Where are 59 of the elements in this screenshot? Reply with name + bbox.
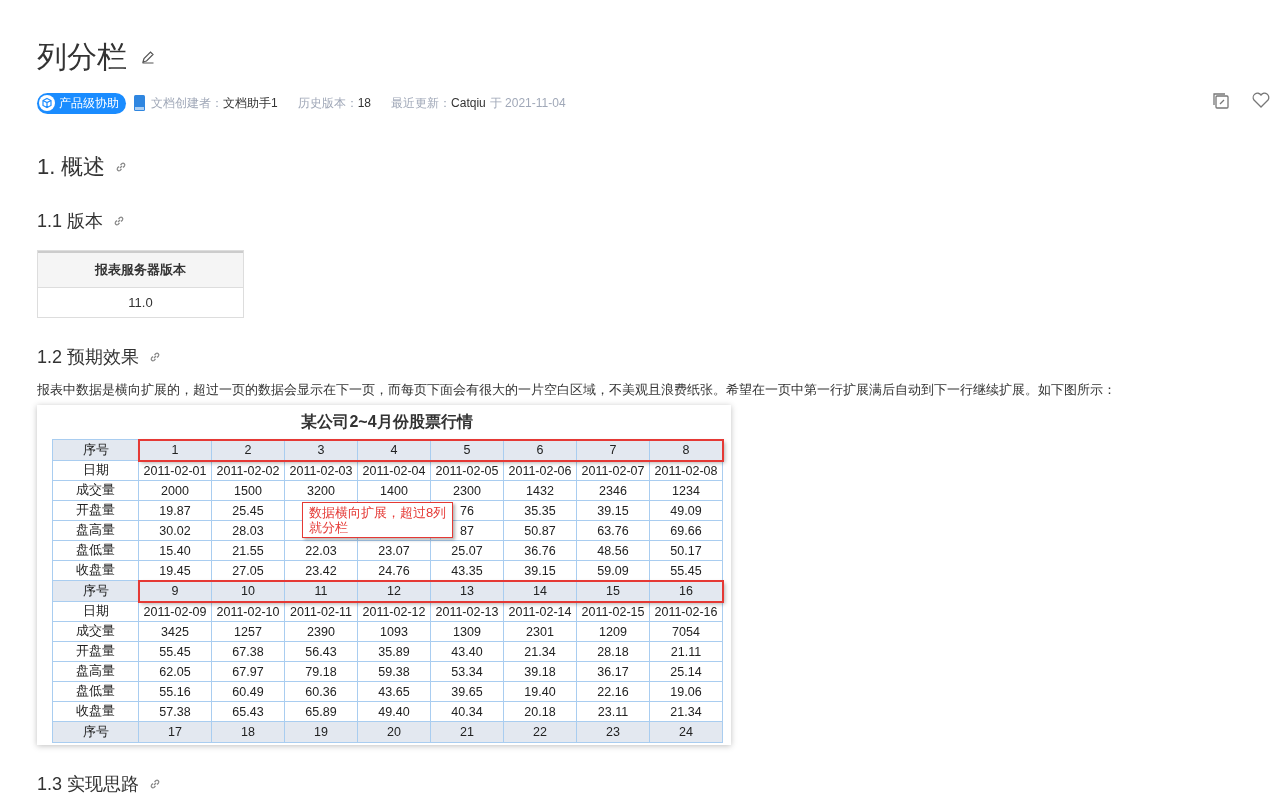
table-cell: 8 (650, 440, 723, 461)
description-paragraph: 报表中数据是横向扩展的，超过一页的数据会显示在下一页，而每页下面会有很大的一片空白区域，不美观且浪费纸张。希望在一页中第一行扩展满后自动到下一行继续扩展。如下图所示： (37, 382, 1117, 399)
table-cell: 21 (431, 722, 504, 743)
section-heading: 1. 概述 (37, 153, 106, 181)
edit-icon[interactable] (141, 50, 155, 64)
creator-name: 文档助手1 (223, 94, 278, 112)
heart-icon[interactable] (1252, 92, 1270, 108)
row-label: 序号 (53, 722, 139, 743)
updated-by: Catqiu (451, 96, 486, 110)
table-cell: 15 (577, 581, 650, 602)
table-cell: 23.42 (285, 561, 358, 581)
table-cell: 13 (431, 581, 504, 602)
table-cell: 20 (358, 722, 431, 743)
copy-link-icon[interactable] (1212, 92, 1230, 110)
table-cell: 23 (577, 722, 650, 743)
table-cell: 16 (650, 581, 723, 602)
table-cell: 5 (431, 440, 504, 461)
table-cell-text: 11.0 (127, 294, 154, 312)
link-icon[interactable] (113, 215, 126, 227)
table-header: 报表服务器版本 (38, 251, 243, 288)
history-label: 历史版本： (297, 94, 358, 112)
updated-date: 于 2021-11-04 (489, 94, 566, 112)
link-icon[interactable] (115, 161, 128, 173)
table-cell: 24.76 (358, 561, 431, 581)
creator-label: 文档创建者： (151, 94, 223, 112)
table-cell: 39.15 (504, 561, 577, 581)
link-icon[interactable] (149, 778, 162, 790)
document-icon (134, 95, 145, 111)
table-cell: 18 (212, 722, 285, 743)
section-heading: 1.2 预期效果 (37, 346, 140, 369)
table-cell: 2 (212, 440, 285, 461)
section-heading: 1.3 实现思路 (37, 773, 140, 794)
table-cell: 55.45 (650, 561, 723, 581)
updated-label: 最近更新： (391, 94, 452, 112)
table-cell: 27.05 (212, 561, 285, 581)
table-cell: 17 (139, 722, 212, 743)
table-cell: 14 (504, 581, 577, 602)
table-cell: 11 (285, 581, 358, 602)
table-cell: 10 (212, 581, 285, 602)
table-cell: 12 (358, 581, 431, 602)
history-count[interactable]: 18 (357, 96, 372, 110)
table-cell: 19.45 (139, 561, 212, 581)
table-cell: 59.09 (577, 561, 650, 581)
table-cell: 24 (650, 722, 723, 743)
table-cell: 22 (504, 722, 577, 743)
table-cell: 19 (285, 722, 358, 743)
table-cell: 3 (285, 440, 358, 461)
table-cell: 7 (577, 440, 650, 461)
table-cell: 9 (139, 581, 212, 602)
section-heading: 1.1 版本 (37, 210, 104, 233)
product-badge: 产品级协助 (37, 92, 126, 114)
report-title: 某公司2~4月份股票行情 (300, 412, 474, 432)
table-cell: 4 (358, 440, 431, 461)
table-cell: 1 (139, 440, 212, 461)
page-title: 列分栏 (37, 38, 127, 75)
table-cell: 6 (504, 440, 577, 461)
table-cell: 43.35 (431, 561, 504, 581)
link-icon[interactable] (149, 351, 162, 363)
callout-note: 数据横向扩展，超过8列 就分栏 (302, 502, 454, 538)
